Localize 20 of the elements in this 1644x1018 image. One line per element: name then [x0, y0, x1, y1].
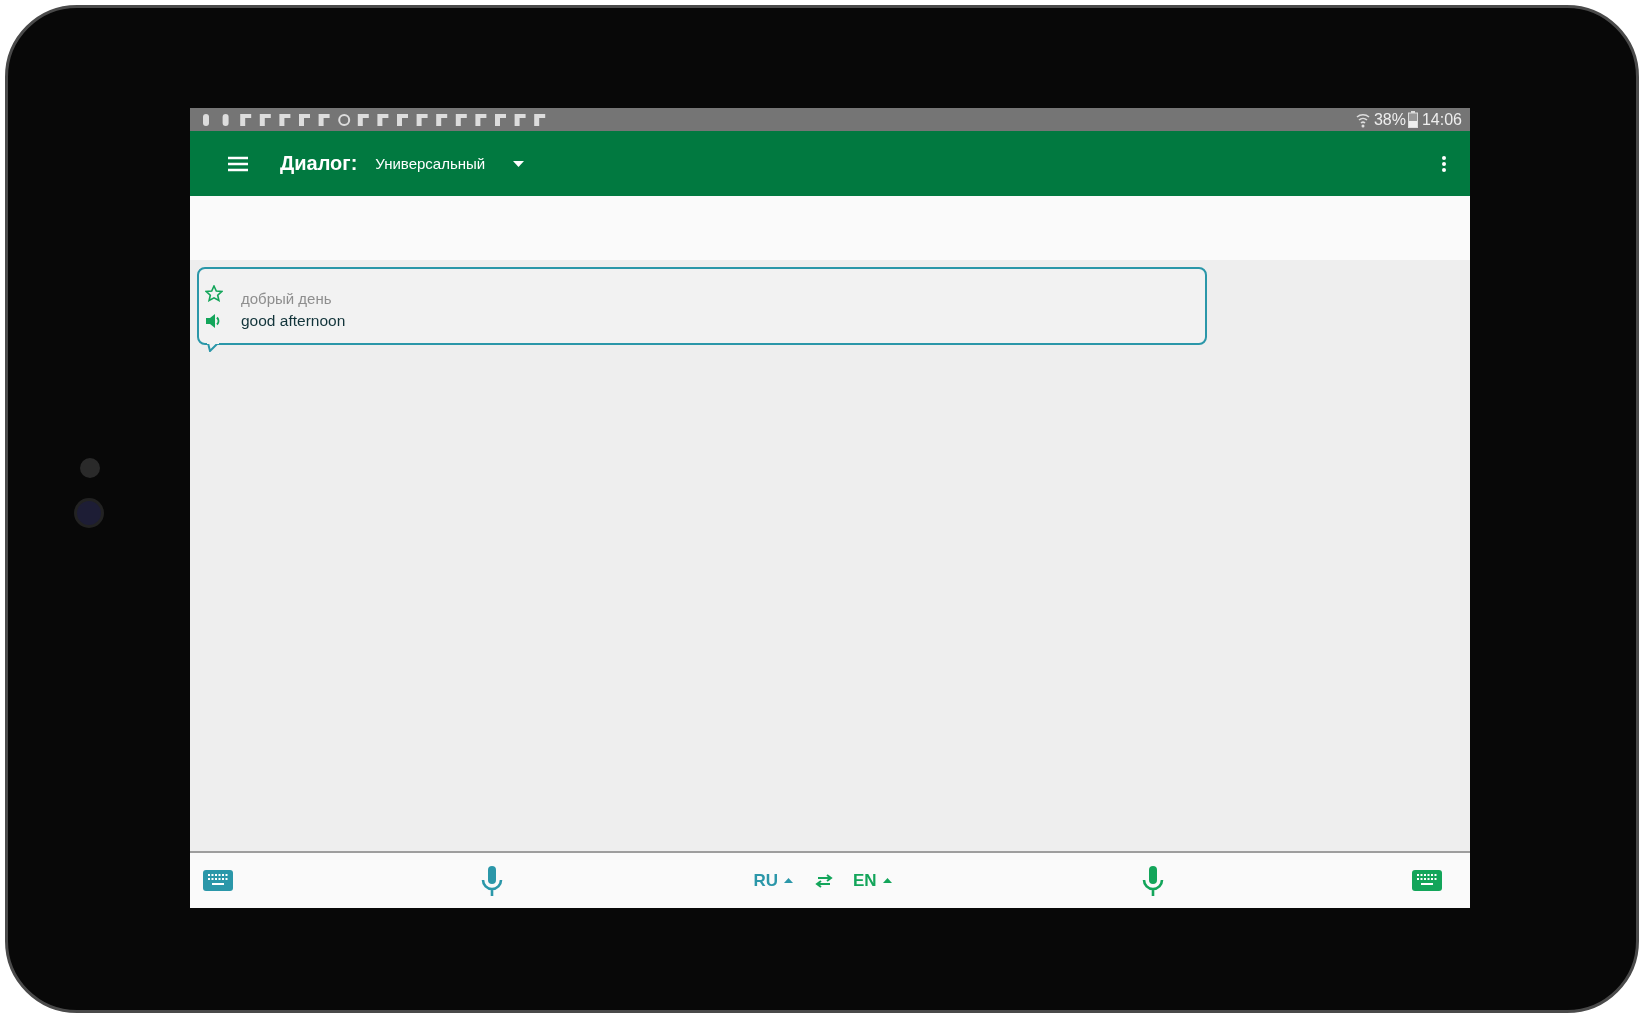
- swap-arrows-icon[interactable]: [814, 873, 833, 888]
- caret-icon: [783, 878, 793, 883]
- caret-icon: [513, 160, 525, 167]
- wifi-icon: [1355, 111, 1370, 128]
- sensor-dot: [80, 458, 100, 478]
- caret-icon: [882, 878, 892, 883]
- microphone-icon[interactable]: [1141, 865, 1164, 896]
- clock-time: 14:06: [1421, 110, 1462, 129]
- dialog-type-dropdown[interactable]: Универсальный: [369, 151, 531, 176]
- source-phrase: добрый день: [241, 289, 333, 308]
- screen-title: Диалог:: [280, 152, 358, 175]
- battery-percent: 38%: [1373, 110, 1406, 129]
- source-language-button[interactable]: RU: [751, 868, 795, 893]
- target-language-button[interactable]: EN: [850, 868, 894, 893]
- battery-icon: [1407, 111, 1418, 128]
- keyboard-icon[interactable]: [203, 870, 233, 891]
- translated-phrase: good afternoon: [241, 311, 347, 330]
- camera-lens: [74, 498, 104, 528]
- microphone-icon[interactable]: [481, 865, 504, 896]
- keyboard-icon[interactable]: [1412, 870, 1442, 891]
